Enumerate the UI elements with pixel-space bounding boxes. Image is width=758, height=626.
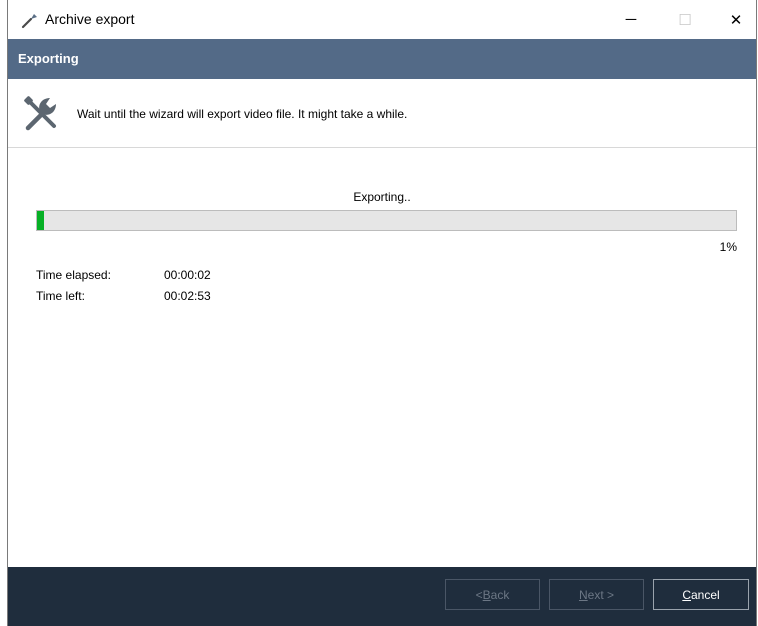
window-title: Archive export (45, 11, 135, 27)
time-left-value: 00:02:53 (164, 289, 211, 303)
time-left-label: Time left: (36, 289, 85, 303)
back-button-accesskey: B (482, 587, 491, 602)
wrench-icon (21, 14, 37, 29)
wizard-footer: < Back Next > Cancel (8, 567, 756, 626)
back-button-label: ack (490, 587, 510, 602)
page-header: Exporting (8, 39, 756, 79)
back-button-prefix: < (475, 587, 483, 602)
back-button[interactable]: < Back (445, 579, 540, 610)
intro-text: Wait until the wizard will export video … (77, 107, 408, 121)
time-elapsed-label: Time elapsed: (36, 268, 111, 282)
title-bar[interactable]: Archive export ─ ☐ ✕ (8, 0, 756, 39)
next-button[interactable]: Next > (549, 579, 644, 610)
cancel-button-label: ancel (690, 587, 720, 602)
time-elapsed-value: 00:00:02 (164, 268, 211, 282)
maximize-button[interactable]: ☐ (662, 0, 708, 39)
cancel-button-accesskey: C (682, 587, 691, 602)
page-title: Exporting (18, 51, 79, 66)
archive-export-window: Archive export ─ ☐ ✕ Exporting Wait unti… (7, 0, 757, 626)
export-progress-bar (36, 210, 737, 231)
tools-icon (24, 96, 56, 131)
next-button-accesskey: N (578, 587, 588, 602)
export-status-label: Exporting.. (353, 190, 411, 204)
progress-bar-fill (37, 211, 44, 230)
close-button[interactable]: ✕ (713, 0, 758, 39)
next-button-label: ext > (587, 587, 615, 602)
minimize-button[interactable]: ─ (608, 0, 654, 39)
cancel-button[interactable]: Cancel (653, 579, 749, 610)
progress-percent: 1% (719, 240, 737, 254)
intro-panel: Wait until the wizard will export video … (8, 79, 756, 148)
